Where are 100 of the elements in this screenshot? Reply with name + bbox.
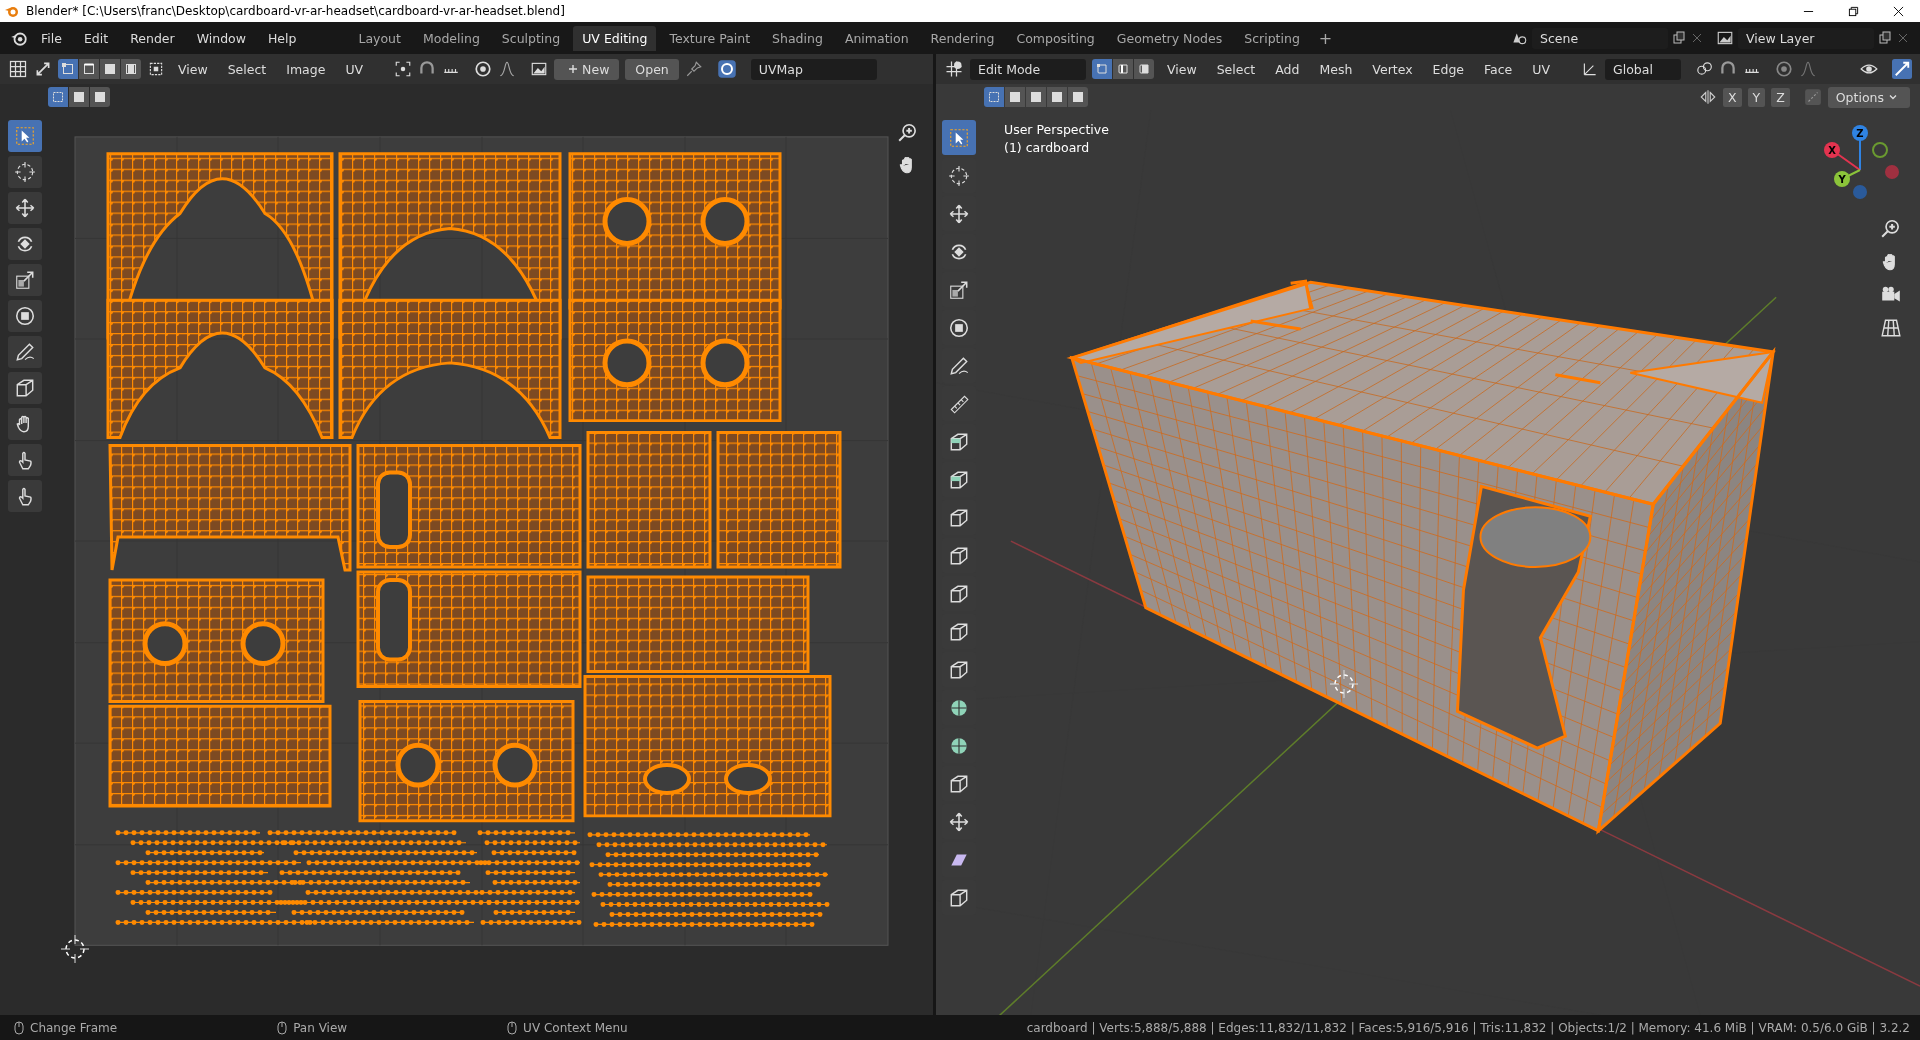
tool-button[interactable]: [8, 372, 42, 404]
gizmo-toggle-icon[interactable]: [1892, 59, 1912, 79]
select-mode-button[interactable]: [1134, 59, 1154, 79]
tool-button[interactable]: [8, 264, 42, 296]
header-menu[interactable]: UV: [338, 59, 371, 79]
mirror-axis-toggle[interactable]: Y: [1747, 87, 1766, 107]
square-icon: [73, 91, 85, 103]
menu-item[interactable]: Edit: [74, 27, 118, 49]
grid-icon[interactable]: [1880, 317, 1902, 339]
header-menu[interactable]: UV: [1525, 59, 1557, 79]
proportional-edit-icon[interactable]: [474, 60, 493, 78]
tool-button[interactable]: [8, 156, 42, 188]
zoom-icon[interactable]: [1880, 218, 1902, 240]
select-mode-button[interactable]: [121, 59, 141, 79]
menu-item[interactable]: Help: [258, 27, 306, 49]
select-mode-button[interactable]: [79, 59, 99, 79]
header-menu[interactable]: Face: [1477, 59, 1520, 79]
tool-button[interactable]: [8, 300, 42, 332]
select-mode-button[interactable]: [1113, 59, 1133, 79]
square-icon: [988, 91, 1000, 103]
copy-icon[interactable]: [1672, 31, 1686, 45]
select-mode-button[interactable]: [100, 59, 120, 79]
workspace-tab[interactable]: Modeling: [413, 25, 489, 51]
box-mode-button[interactable]: [90, 87, 110, 107]
axis-gizmo-handle[interactable]: Z: [1852, 125, 1868, 141]
uv-map-field[interactable]: UVMap: [750, 58, 877, 80]
axis-gizmo-handle[interactable]: Y: [1834, 171, 1850, 187]
header-menu[interactable]: Select: [220, 59, 274, 79]
mirror-axis-toggle[interactable]: Z: [1771, 87, 1790, 107]
box-mode-button[interactable]: [1047, 87, 1067, 107]
view-layer-icon[interactable]: [1716, 29, 1734, 47]
add-workspace-button[interactable]: +: [1312, 26, 1339, 50]
box-mode-button[interactable]: [1026, 87, 1046, 107]
select-mode-button[interactable]: [58, 59, 78, 79]
new-image-button[interactable]: New: [554, 58, 620, 80]
workspace-tab[interactable]: Sculpting: [492, 25, 570, 51]
square-icon: [83, 63, 95, 75]
workspace-tab[interactable]: Geometry Nodes: [1107, 25, 1232, 51]
select-box-icon: [14, 125, 36, 147]
tool-button[interactable]: [8, 480, 42, 512]
move-icon: [14, 197, 36, 219]
workspace-tab[interactable]: Animation: [835, 25, 918, 51]
box-mode-button[interactable]: [69, 87, 89, 107]
pin-icon[interactable]: [684, 60, 703, 78]
plus-icon: [568, 64, 579, 74]
workspace-tab[interactable]: UV Editing: [573, 25, 657, 51]
tool-button[interactable]: [8, 336, 42, 368]
tool-button[interactable]: [942, 120, 976, 155]
tool-button[interactable]: [8, 120, 42, 152]
view-layer-field[interactable]: View Layer: [1738, 27, 1874, 49]
box-mode-button[interactable]: [48, 87, 68, 107]
editor-type-icon[interactable]: [944, 59, 964, 79]
image-icon[interactable]: [530, 60, 549, 78]
tool-button[interactable]: [8, 228, 42, 260]
box-mode-button[interactable]: [1005, 87, 1025, 107]
header-menu[interactable]: View: [171, 59, 215, 79]
tool-button[interactable]: [8, 444, 42, 476]
box-mode-button[interactable]: [1068, 87, 1088, 107]
header-menu[interactable]: Mesh: [1312, 59, 1360, 79]
falloff-curve-icon[interactable]: [1799, 60, 1817, 78]
mirror-icon[interactable]: [1698, 88, 1717, 106]
menu-item[interactable]: Render: [121, 27, 184, 49]
select-mode-button[interactable]: [1092, 59, 1112, 79]
editor-type-icon[interactable]: [8, 59, 28, 79]
header-menu[interactable]: Add: [1268, 59, 1307, 79]
tool-button[interactable]: [8, 192, 42, 224]
copy-icon[interactable]: [1878, 31, 1892, 45]
box-mode-button[interactable]: [984, 87, 1004, 107]
mouse-icon: [507, 1020, 518, 1035]
scene-field[interactable]: Scene: [1532, 27, 1668, 49]
workspace-tab[interactable]: Rendering: [921, 25, 1004, 51]
pivot-icon[interactable]: [394, 60, 413, 78]
orientation-icon[interactable]: [1581, 60, 1599, 78]
pivot-icon[interactable]: [1695, 60, 1713, 78]
header-menu[interactable]: Vertex: [1365, 59, 1420, 79]
falloff-curve-icon[interactable]: [498, 60, 517, 78]
open-image-button[interactable]: Open: [625, 58, 679, 80]
move-icon: [948, 202, 970, 225]
header-menu[interactable]: Select: [1209, 59, 1263, 79]
mirror-axis-toggle[interactable]: X: [1722, 87, 1742, 107]
options-dropdown[interactable]: Options: [1827, 86, 1910, 108]
workspace-tab[interactable]: Compositing: [1007, 25, 1104, 51]
header-menu[interactable]: Image: [279, 59, 333, 79]
mode-dropdown[interactable]: Edit Mode: [970, 58, 1086, 80]
zoom-icon[interactable]: [897, 122, 919, 144]
workspace-tab[interactable]: Texture Paint: [660, 25, 760, 51]
uv-overlay-icon[interactable]: [716, 59, 737, 79]
menu-item[interactable]: File: [32, 27, 71, 49]
orientation-dropdown[interactable]: Global: [1605, 58, 1681, 80]
status-hint: Pan View: [293, 1020, 348, 1035]
header-menu[interactable]: Edge: [1425, 59, 1471, 79]
workspace-tab[interactable]: Shading: [763, 25, 832, 51]
workspace-tab[interactable]: Scripting: [1235, 25, 1309, 51]
header-menu[interactable]: View: [1160, 59, 1204, 79]
workspace-tab[interactable]: Layout: [349, 25, 410, 51]
axis-gizmo-handle[interactable]: X: [1824, 142, 1840, 158]
restore-icon[interactable]: [1848, 5, 1859, 17]
close-icon[interactable]: [1893, 5, 1904, 17]
tool-button[interactable]: [8, 408, 42, 440]
menu-item[interactable]: Window: [187, 27, 255, 49]
